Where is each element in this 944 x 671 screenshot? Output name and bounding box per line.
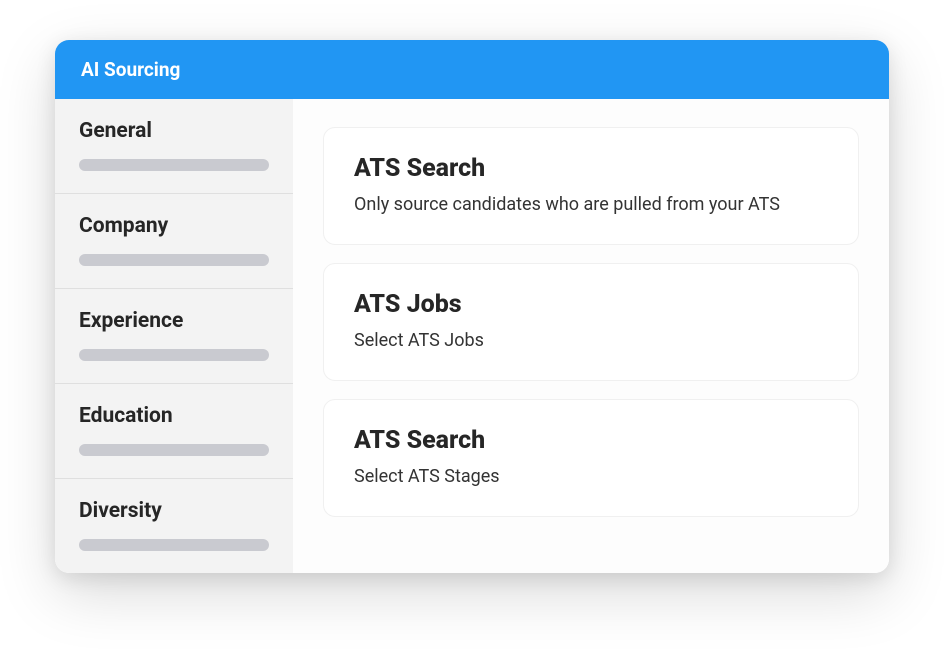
placeholder-bar — [79, 159, 269, 171]
card-title: ATS Search — [354, 426, 828, 455]
placeholder-bar — [79, 349, 269, 361]
placeholder-bar — [79, 539, 269, 551]
sidebar-item-company[interactable]: Company — [55, 194, 293, 289]
app-header: AI Sourcing — [55, 40, 889, 99]
placeholder-bar — [79, 254, 269, 266]
sidebar-item-label: Education — [79, 404, 269, 428]
sidebar-item-diversity[interactable]: Diversity — [55, 479, 293, 573]
sidebar-item-education[interactable]: Education — [55, 384, 293, 479]
sidebar: General Company Experience Education Div… — [55, 99, 293, 573]
app-title: AI Sourcing — [81, 58, 180, 81]
placeholder-bar — [79, 444, 269, 456]
card-description: Select ATS Jobs — [354, 327, 828, 354]
main-content: ATS Search Only source candidates who ar… — [293, 99, 889, 573]
app-body: General Company Experience Education Div… — [55, 99, 889, 573]
card-ats-search[interactable]: ATS Search Only source candidates who ar… — [323, 127, 859, 245]
sidebar-item-label: Company — [79, 214, 269, 238]
card-description: Only source candidates who are pulled fr… — [354, 191, 828, 218]
sidebar-item-label: Experience — [79, 309, 269, 333]
card-ats-jobs[interactable]: ATS Jobs Select ATS Jobs — [323, 263, 859, 381]
sidebar-item-label: Diversity — [79, 499, 269, 523]
app-window: AI Sourcing General Company Experience E… — [55, 40, 889, 573]
sidebar-item-experience[interactable]: Experience — [55, 289, 293, 384]
sidebar-item-label: General — [79, 119, 269, 143]
card-description: Select ATS Stages — [354, 463, 828, 490]
card-ats-search-stages[interactable]: ATS Search Select ATS Stages — [323, 399, 859, 517]
card-title: ATS Search — [354, 154, 828, 183]
sidebar-item-general[interactable]: General — [55, 99, 293, 194]
card-title: ATS Jobs — [354, 290, 828, 319]
